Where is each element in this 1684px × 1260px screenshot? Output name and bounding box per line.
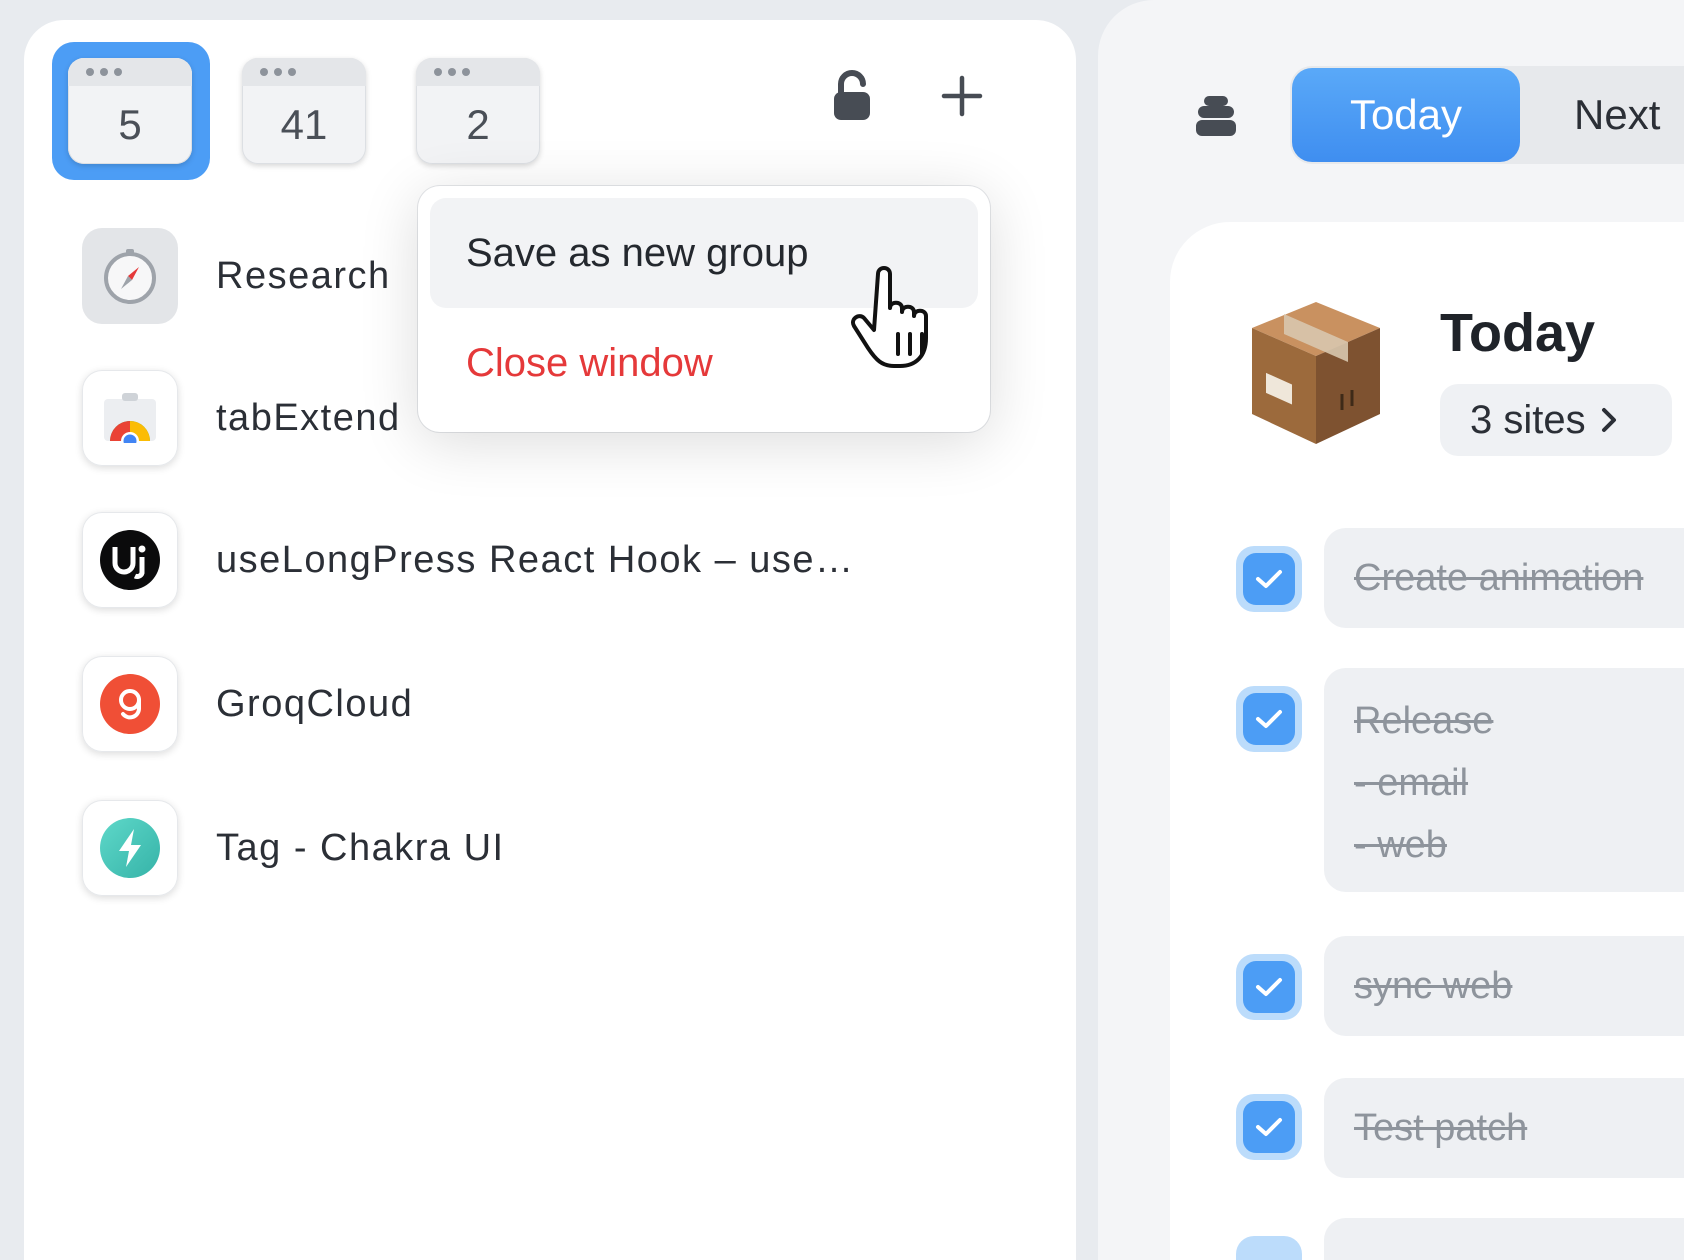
window-dot: [114, 68, 122, 76]
window-dot: [462, 68, 470, 76]
segment-today[interactable]: Today: [1292, 68, 1520, 162]
task-item-partial[interactable]: [1324, 1218, 1684, 1260]
list-title: Today: [1440, 303, 1596, 363]
task-checkbox[interactable]: [1236, 954, 1302, 1020]
segment-next[interactable]: Next: [1574, 68, 1660, 162]
groq-logo-icon: [82, 656, 178, 752]
task-checkbox[interactable]: [1236, 1094, 1302, 1160]
sites-button[interactable]: 3 sites: [1440, 384, 1672, 456]
layers-button[interactable]: [1192, 92, 1240, 140]
window-tab-count: 5: [118, 101, 142, 148]
task-checkbox-fill: [1243, 553, 1295, 605]
task-line: - email: [1354, 762, 1469, 804]
checkmark-icon: [1256, 1118, 1282, 1136]
checkmark-icon: [1256, 978, 1282, 996]
tab-title: useLongPress React Hook – use…: [216, 538, 855, 581]
window-dot: [86, 68, 94, 76]
safari-compass-icon: [82, 228, 178, 324]
tab-row[interactable]: useLongPress React Hook – use…: [82, 512, 982, 608]
task-checkbox-fill: [1243, 961, 1295, 1013]
task-item[interactable]: Release - email - web: [1324, 668, 1684, 892]
task-checkbox[interactable]: [1236, 686, 1302, 752]
usehooks-logo-icon: [82, 512, 178, 608]
task-item[interactable]: Create animation: [1324, 528, 1684, 628]
chrome-web-store-icon: [82, 370, 178, 466]
task-checkbox[interactable]: [1236, 546, 1302, 612]
tab-title: Research: [216, 254, 391, 297]
window-tab-count: 41: [280, 101, 328, 148]
tab-title: GroqCloud: [216, 682, 414, 725]
lock-toggle-button[interactable]: [828, 68, 876, 124]
window-titlebar: [68, 58, 192, 86]
task-checkbox[interactable]: [1236, 1236, 1302, 1260]
plus-icon: [941, 75, 983, 117]
task-checkbox-fill: [1243, 1101, 1295, 1153]
window-dot: [288, 68, 296, 76]
window-tile-2[interactable]: 41: [242, 58, 366, 164]
sites-label: 3 sites: [1470, 397, 1586, 442]
task-line: - web: [1354, 824, 1447, 866]
chevron-right-icon: [1601, 408, 1616, 432]
checkmark-icon: [1256, 710, 1282, 728]
task-line: Release: [1354, 700, 1494, 742]
hand-pointer-cursor-icon: [851, 266, 928, 368]
window-dot: [448, 68, 456, 76]
window-tile-1[interactable]: 5: [68, 58, 192, 164]
window-tile-3[interactable]: 2: [416, 58, 540, 164]
window-titlebar: [242, 58, 366, 86]
package-box-icon: [1252, 302, 1380, 444]
task-item[interactable]: sync web: [1324, 936, 1684, 1036]
window-dot: [260, 68, 268, 76]
tab-row[interactable]: Tag - Chakra UI: [82, 800, 982, 896]
tab-row[interactable]: GroqCloud: [82, 656, 982, 752]
window-dot: [434, 68, 442, 76]
tab-title: tabExtend: [216, 396, 401, 439]
window-dot: [274, 68, 282, 76]
window-titlebar: [416, 58, 540, 86]
tab-title: Tag - Chakra UI: [216, 826, 505, 869]
task-item[interactable]: Test patch: [1324, 1078, 1684, 1178]
window-dot: [100, 68, 108, 76]
task-checkbox-fill: [1243, 693, 1295, 745]
unlock-icon: [834, 70, 870, 120]
add-button[interactable]: [938, 72, 986, 120]
chakra-ui-logo-icon: [82, 800, 178, 896]
layers-icon: [1196, 96, 1236, 136]
window-tab-count: 2: [466, 101, 490, 148]
checkmark-icon: [1256, 570, 1282, 588]
